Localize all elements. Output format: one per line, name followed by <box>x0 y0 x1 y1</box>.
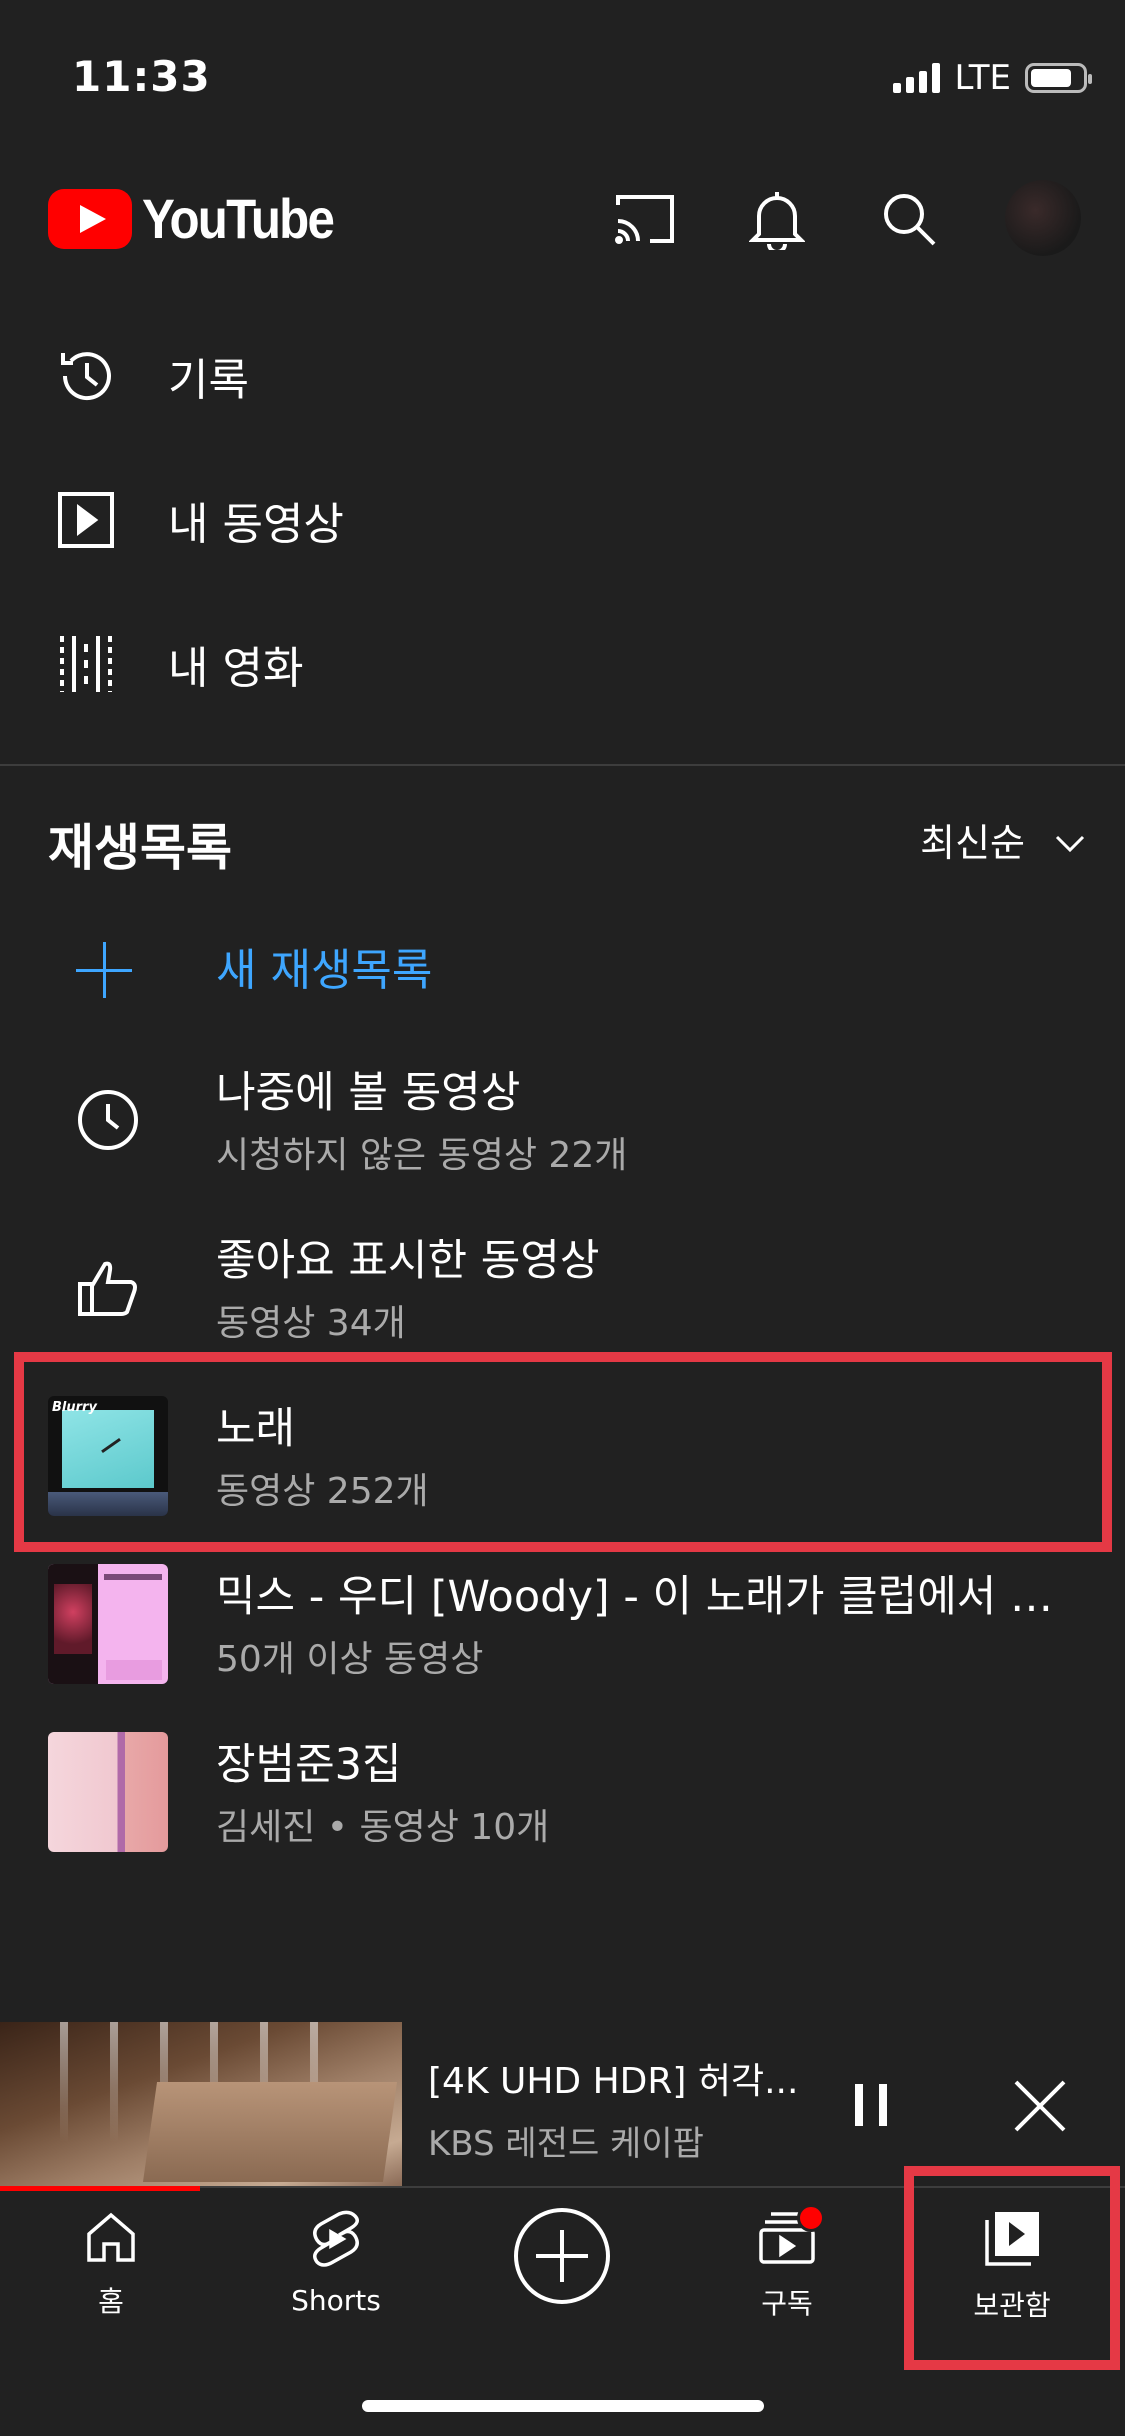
new-playlist-label: 새 재생목록 <box>216 945 433 996</box>
playlist-title: 나중에 볼 동영상 <box>216 1068 521 1118</box>
menu-item-my-videos[interactable]: 내 동영상 <box>0 450 1125 590</box>
network-label: LTE <box>954 58 1011 98</box>
playlist-title: 장범준3집 <box>216 1740 402 1790</box>
mini-player-thumbnail <box>0 2022 402 2186</box>
mini-player-progress <box>0 2186 200 2191</box>
search-icon[interactable] <box>874 184 944 254</box>
bell-icon[interactable] <box>742 184 812 254</box>
mini-player-channel: KBS 레전드 케이팝 <box>428 2124 704 2164</box>
nav-label: Shorts <box>291 2284 381 2317</box>
playlist-item-watch-later[interactable]: 나중에 볼 동영상 시청하지 않은 동영상 22개 <box>0 1036 1125 1204</box>
playlist-subtitle: 동영상 34개 <box>216 1303 406 1344</box>
status-indicators: LTE <box>893 58 1092 98</box>
playlist-subtitle: 50개 이상 동영상 <box>216 1639 484 1680</box>
playlist-item-liked[interactable]: 좋아요 표시한 동영상 동영상 34개 <box>0 1204 1125 1372</box>
logo-text: YouTube <box>142 187 335 250</box>
close-icon[interactable] <box>1012 2078 1068 2134</box>
thumbs-up-icon <box>68 1248 148 1328</box>
battery-icon <box>1025 63 1092 93</box>
sort-label: 최신순 <box>920 821 1025 865</box>
subscriptions-icon <box>757 2204 825 2270</box>
playlist-subtitle: 시청하지 않은 동영상 22개 <box>216 1135 628 1176</box>
chevron-down-icon <box>1055 818 1085 862</box>
menu-label: 내 영화 <box>168 643 304 694</box>
pause-icon[interactable] <box>855 2084 887 2126</box>
nav-shorts[interactable]: Shorts <box>246 2210 426 2317</box>
shorts-icon <box>309 2210 363 2272</box>
nav-subscriptions[interactable]: 구독 <box>697 2204 877 2322</box>
mini-player[interactable]: [4K UHD HDR] 허각... KBS 레전드 케이팝 <box>0 2022 1125 2191</box>
nav-label: 구독 <box>761 2287 813 2320</box>
playlist-title: 믹스 - 우디 [Woody] - 이 노래가 클럽에서 나온다면 <box>216 1572 1076 1622</box>
menu-label: 내 동영상 <box>168 499 344 550</box>
sort-dropdown[interactable]: 최신순 <box>920 812 1085 867</box>
menu-label: 기록 <box>168 355 249 406</box>
cast-icon[interactable] <box>610 184 680 254</box>
nav-label: 홈 <box>98 2285 124 2318</box>
notification-dot <box>797 2204 825 2232</box>
create-plus-icon <box>512 2206 612 2310</box>
divider <box>0 764 1125 766</box>
play-square-icon <box>44 491 128 549</box>
playlist-title: 좋아요 표시한 동영상 <box>216 1236 600 1286</box>
signal-icon <box>893 63 941 93</box>
history-icon <box>44 343 128 409</box>
home-indicator[interactable] <box>362 2400 764 2412</box>
nav-create[interactable] <box>472 2206 652 2310</box>
mini-player-title: [4K UHD HDR] 허각... <box>428 2061 799 2102</box>
highlight-box-library <box>904 2166 1120 2370</box>
youtube-play-icon <box>48 188 132 249</box>
clock-icon <box>68 1080 148 1160</box>
section-title: 재생목록 <box>48 819 232 877</box>
menu-item-my-movies[interactable]: 내 영화 <box>0 594 1125 734</box>
home-icon <box>84 2210 138 2268</box>
menu-item-history[interactable]: 기록 <box>0 306 1125 446</box>
highlight-box-playlist <box>14 1352 1112 1552</box>
playlist-item-mix[interactable]: 믹스 - 우디 [Woody] - 이 노래가 클럽에서 나온다면 50개 이상… <box>0 1540 1125 1708</box>
avatar[interactable] <box>1005 180 1081 256</box>
plus-icon <box>76 942 132 998</box>
playlist-thumbnail <box>48 1732 168 1852</box>
youtube-logo[interactable]: YouTube <box>48 186 359 251</box>
nav-home[interactable]: 홈 <box>21 2210 201 2320</box>
playlist-item-album[interactable]: 장범준3집 김세진 • 동영상 10개 <box>0 1708 1125 1876</box>
film-icon <box>44 634 128 694</box>
status-time: 11:33 <box>72 52 211 101</box>
playlist-thumbnail <box>48 1564 168 1684</box>
playlist-subtitle: 김세진 • 동영상 10개 <box>216 1807 550 1848</box>
new-playlist-button[interactable]: 새 재생목록 <box>0 912 1125 1022</box>
